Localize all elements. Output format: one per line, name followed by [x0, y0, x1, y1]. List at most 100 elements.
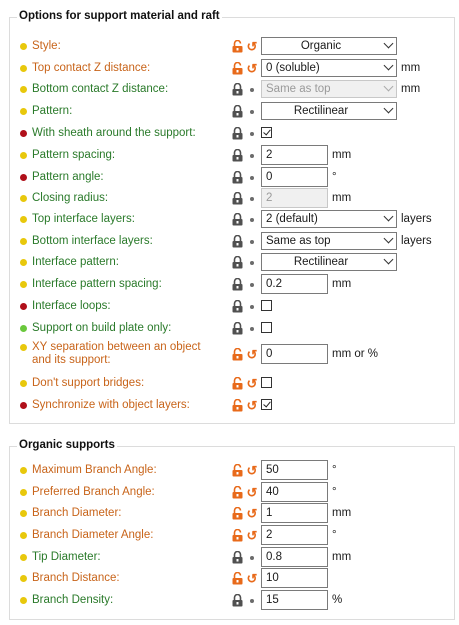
- undo-icon[interactable]: ↺: [246, 529, 258, 542]
- mode-dot: [20, 108, 27, 115]
- tip-diameter-input[interactable]: 0.8: [261, 547, 328, 567]
- branch-diameter-angle-value: 2: [266, 529, 273, 541]
- undo-icon[interactable]: ↺: [246, 399, 258, 412]
- style-value: Organic: [300, 40, 342, 52]
- branch-diameter-row: Branch Diameter: ↺ 1 mm: [10, 503, 454, 524]
- mode-dot: [20, 344, 27, 351]
- undo-icon[interactable]: ↺: [246, 348, 258, 361]
- interface-pattern-spacing-input[interactable]: 0.2: [261, 274, 328, 294]
- lock-closed-icon[interactable]: [232, 278, 243, 291]
- undo-icon[interactable]: ↺: [246, 572, 258, 585]
- unit-label: mm: [332, 278, 352, 290]
- lock-closed-icon[interactable]: [232, 300, 243, 313]
- branch-density-value: 15: [266, 594, 279, 606]
- chevron-down-icon: [383, 60, 394, 71]
- unit-label: mm: [332, 551, 352, 563]
- undo-icon[interactable]: ↺: [246, 464, 258, 477]
- chevron-down-icon: [383, 38, 394, 49]
- bottom-interface-layers-select[interactable]: Same as top: [261, 232, 397, 250]
- top-interface-layers-label: Top interface layers:: [32, 213, 135, 225]
- pattern-spacing-input[interactable]: 2: [261, 145, 328, 165]
- top-interface-layers-select[interactable]: 2 (default): [261, 210, 397, 228]
- mode-dot: [20, 467, 27, 474]
- branch-density-input[interactable]: 15: [261, 590, 328, 610]
- bullet-icon: [250, 110, 254, 114]
- top-contact-z-label: Top contact Z distance:: [32, 62, 151, 74]
- lock-open-icon[interactable]: [232, 40, 243, 53]
- lock-closed-icon[interactable]: [232, 256, 243, 269]
- lock-closed-icon[interactable]: [232, 551, 243, 564]
- bottom-interface-layers-value: Same as top: [266, 235, 331, 247]
- lock-open-icon[interactable]: [232, 464, 243, 477]
- lock-closed-icon[interactable]: [232, 594, 243, 607]
- lock-closed-icon[interactable]: [232, 171, 243, 184]
- bullet-icon: [250, 176, 254, 180]
- top-contact-z-select[interactable]: 0 (soluble): [261, 59, 397, 77]
- lock-closed-icon[interactable]: [232, 149, 243, 162]
- mode-dot: [20, 380, 27, 387]
- tip-diameter-value: 0.8: [266, 551, 282, 563]
- mode-dot: [20, 195, 27, 202]
- undo-icon[interactable]: ↺: [246, 62, 258, 75]
- bottom-interface-layers-label: Bottom interface layers:: [32, 235, 153, 247]
- preferred-branch-angle-input[interactable]: 40: [261, 482, 328, 502]
- bullet-icon: [250, 599, 254, 603]
- lock-open-icon[interactable]: [232, 399, 243, 412]
- lock-closed-icon[interactable]: [232, 322, 243, 335]
- lock-open-icon[interactable]: [232, 486, 243, 499]
- bottom-contact-z-row: Bottom contact Z distance: Same as top m…: [10, 80, 454, 100]
- support-options-title: Options for support material and raft: [17, 10, 222, 22]
- pattern-select[interactable]: Rectilinear: [261, 102, 397, 120]
- lock-open-icon[interactable]: [232, 62, 243, 75]
- build-plate-only-label: Support on build plate only:: [32, 322, 172, 334]
- branch-distance-label: Branch Distance:: [32, 572, 120, 584]
- build-plate-only-checkbox[interactable]: [261, 322, 272, 333]
- lock-open-icon[interactable]: [232, 572, 243, 585]
- bottom-contact-z-label: Bottom contact Z distance:: [32, 83, 169, 95]
- closing-radius-row: Closing radius: 2 mm: [10, 188, 454, 209]
- top-contact-z-row: Top contact Z distance: ↺ 0 (soluble) mm: [10, 59, 454, 79]
- xy-separation-row: XY separation between an object and its …: [10, 341, 454, 366]
- interface-pattern-select[interactable]: Rectilinear: [261, 253, 397, 271]
- lock-open-icon[interactable]: [232, 529, 243, 542]
- bottom-interface-layers-row: Bottom interface layers: Same as top lay…: [10, 232, 454, 252]
- pattern-angle-row: Pattern angle: 0 °: [10, 167, 454, 188]
- branch-diameter-angle-input[interactable]: 2: [261, 525, 328, 545]
- undo-icon[interactable]: ↺: [246, 486, 258, 499]
- top-interface-layers-row: Top interface layers: 2 (default) layers: [10, 210, 454, 230]
- branch-diameter-input[interactable]: 1: [261, 503, 328, 523]
- organic-supports-group: Organic supports Maximum Branch Angle: ↺…: [9, 439, 455, 620]
- bullet-icon: [250, 305, 254, 309]
- unit-label: layers: [401, 235, 432, 247]
- closing-radius-input[interactable]: 2: [261, 188, 328, 208]
- undo-icon[interactable]: ↺: [246, 507, 258, 520]
- lock-closed-icon[interactable]: [232, 127, 243, 140]
- lock-open-icon[interactable]: [232, 348, 243, 361]
- interface-loops-checkbox[interactable]: [261, 300, 272, 311]
- chevron-down-icon: [383, 233, 394, 244]
- lock-closed-icon[interactable]: [232, 213, 243, 226]
- pattern-value: Rectilinear: [293, 105, 349, 117]
- max-branch-angle-input[interactable]: 50: [261, 460, 328, 480]
- lock-closed-icon[interactable]: [232, 192, 243, 205]
- lock-closed-icon[interactable]: [232, 105, 243, 118]
- with-sheath-checkbox[interactable]: [261, 127, 272, 138]
- bottom-contact-z-select[interactable]: Same as top: [261, 80, 397, 98]
- synchronize-layers-checkbox[interactable]: [261, 399, 272, 410]
- lock-closed-icon[interactable]: [232, 235, 243, 248]
- pattern-angle-input[interactable]: 0: [261, 167, 328, 187]
- branch-diameter-angle-label: Branch Diameter Angle:: [32, 529, 154, 541]
- undo-icon[interactable]: ↺: [246, 377, 258, 390]
- max-branch-angle-label: Maximum Branch Angle:: [32, 464, 157, 476]
- bullet-icon: [250, 154, 254, 158]
- lock-closed-icon[interactable]: [232, 83, 243, 96]
- interface-pattern-spacing-value: 0.2: [266, 278, 282, 290]
- dont-support-bridges-checkbox[interactable]: [261, 377, 272, 388]
- bullet-icon: [250, 283, 254, 287]
- xy-separation-input[interactable]: 0: [261, 344, 328, 364]
- undo-icon[interactable]: ↺: [246, 40, 258, 53]
- lock-open-icon[interactable]: [232, 377, 243, 390]
- branch-distance-input[interactable]: 10: [261, 568, 328, 588]
- style-select[interactable]: Organic: [261, 37, 397, 55]
- lock-open-icon[interactable]: [232, 507, 243, 520]
